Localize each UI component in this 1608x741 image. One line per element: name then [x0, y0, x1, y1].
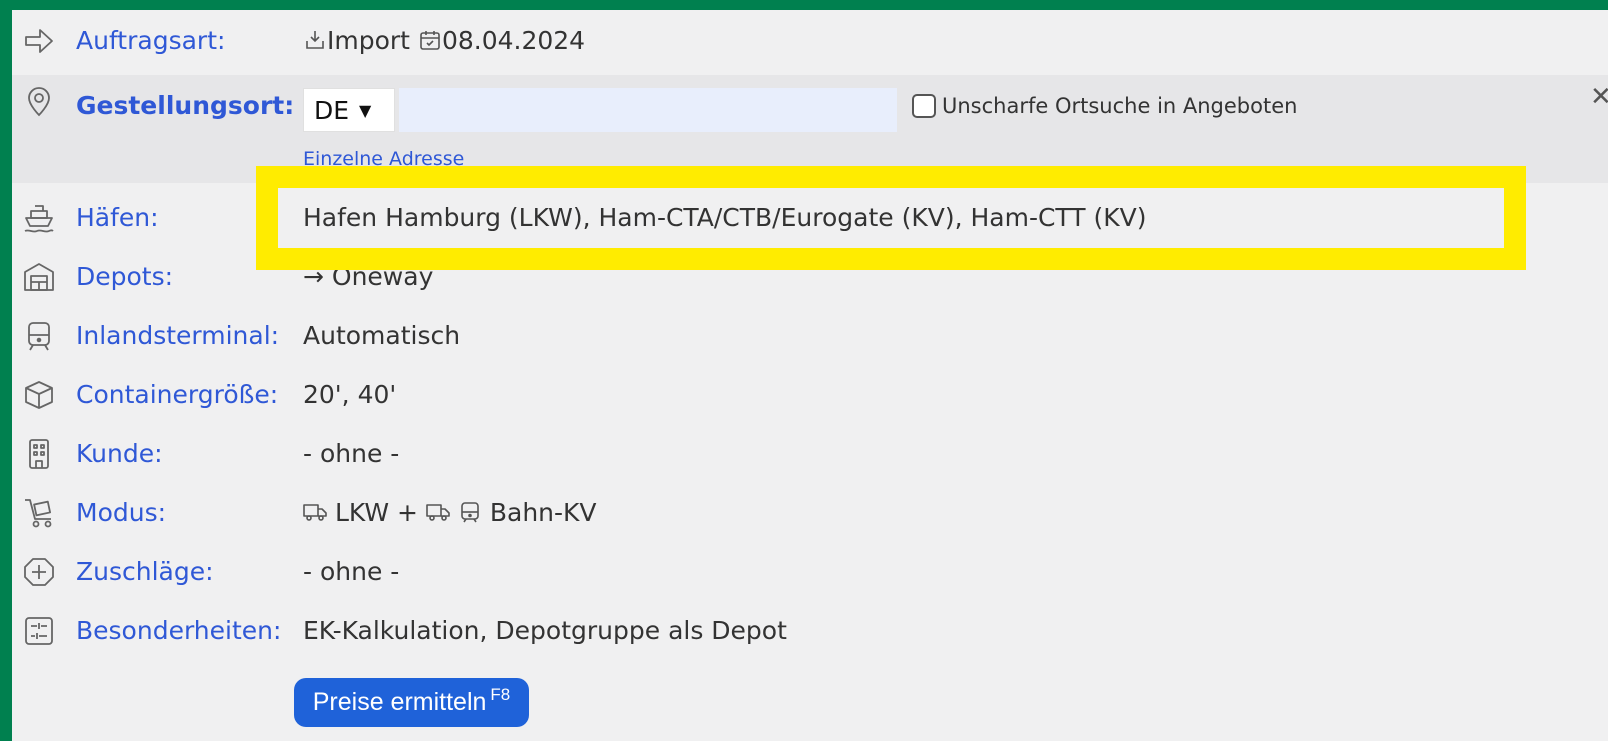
close-icon[interactable]: ✕ — [1590, 82, 1608, 112]
row-depots[interactable]: Depots: → Oneway — [12, 246, 1608, 305]
value-besonderheiten: EK-Kalkulation, Depotgruppe als Depot — [303, 616, 787, 645]
value-auftragsart[interactable]: Import 08.04.2024 — [303, 26, 585, 55]
shortcut-hint: F8 — [490, 684, 511, 704]
row-besonderheiten[interactable]: Besonderheiten: EK-Kalkulation, Depotgru… — [12, 600, 1608, 659]
arrow-right-icon — [22, 24, 56, 58]
label-containergroesse: Containergröße: — [76, 380, 279, 409]
label-haefen: Häfen: — [76, 203, 159, 232]
fuzzy-search-label: Unscharfe Ortsuche in Angeboten — [942, 94, 1298, 118]
auftragsart-date: 08.04.2024 — [441, 26, 586, 55]
value-modus: LKW + Bahn-KV — [303, 498, 597, 527]
map-pin-icon — [22, 85, 56, 119]
fuzzy-search-option[interactable]: Unscharfe Ortsuche in Angeboten — [912, 94, 1297, 118]
location-input[interactable] — [399, 88, 897, 132]
label-kunde: Kunde: — [76, 439, 163, 468]
plus-circle-icon — [22, 555, 56, 589]
value-kunde: - ohne - — [303, 439, 400, 468]
ship-icon — [22, 201, 56, 235]
row-inlandsterminal[interactable]: Inlandsterminal: Automatisch — [12, 305, 1608, 364]
calendar-check-icon — [420, 31, 440, 50]
row-modus[interactable]: Modus: LKW + Bahn-KV — [12, 482, 1608, 541]
country-select-value: DE — [314, 95, 350, 125]
value-depots: → Oneway — [303, 262, 434, 291]
train-icon — [22, 319, 56, 353]
label-depots: Depots: — [76, 262, 174, 291]
box-icon — [22, 378, 56, 412]
modus-bahn-label: Bahn-KV — [489, 498, 597, 527]
label-zuschlaege: Zuschläge: — [76, 557, 214, 586]
auftragsart-type: Import — [327, 26, 410, 55]
chevron-down-icon: ▼ — [359, 100, 372, 120]
value-containergroesse: 20', 40' — [303, 380, 397, 409]
label-auftragsart: Auftragsart: — [76, 26, 226, 55]
country-select[interactable]: DE ▼ — [303, 88, 395, 132]
train-icon — [461, 502, 479, 523]
label-inlandsterminal: Inlandsterminal: — [76, 321, 280, 350]
row-auftragsart[interactable]: Auftragsart: Import 08.04.2024 — [12, 10, 1608, 69]
sliders-icon — [22, 614, 56, 648]
truck-icon — [426, 504, 450, 521]
order-form-panel: Auftragsart: Import 08.04.2024 Gestellun… — [12, 10, 1608, 741]
modus-lkw-label: LKW + — [334, 498, 418, 527]
row-kunde[interactable]: Kunde: - ohne - — [12, 423, 1608, 482]
import-icon — [306, 31, 324, 49]
truck-icon — [303, 504, 327, 521]
label-gestellungsort: Gestellungsort: — [76, 91, 295, 120]
determine-prices-label: Preise ermitteln — [312, 688, 487, 716]
value-inlandsterminal: Automatisch — [303, 321, 461, 350]
label-besonderheiten: Besonderheiten: — [76, 616, 282, 645]
row-zuschlaege[interactable]: Zuschläge: - ohne - — [12, 541, 1608, 600]
label-modus: Modus: — [76, 498, 167, 527]
building-icon — [22, 437, 56, 471]
row-containergroesse[interactable]: Containergröße: 20', 40' — [12, 364, 1608, 423]
warehouse-icon — [22, 260, 56, 294]
cart-icon — [22, 496, 56, 530]
row-haefen[interactable]: Häfen: Hafen Hamburg (LKW), Ham-CTA/CTB/… — [12, 187, 1608, 246]
value-zuschlaege: - ohne - — [303, 557, 400, 586]
value-haefen: Hafen Hamburg (LKW), Ham-CTA/CTB/Eurogat… — [303, 203, 1147, 232]
single-address-link[interactable]: Einzelne Adresse — [303, 148, 464, 170]
fuzzy-search-checkbox[interactable] — [912, 94, 936, 118]
determine-prices-button[interactable]: Preise ermitteln F8 — [294, 678, 529, 727]
